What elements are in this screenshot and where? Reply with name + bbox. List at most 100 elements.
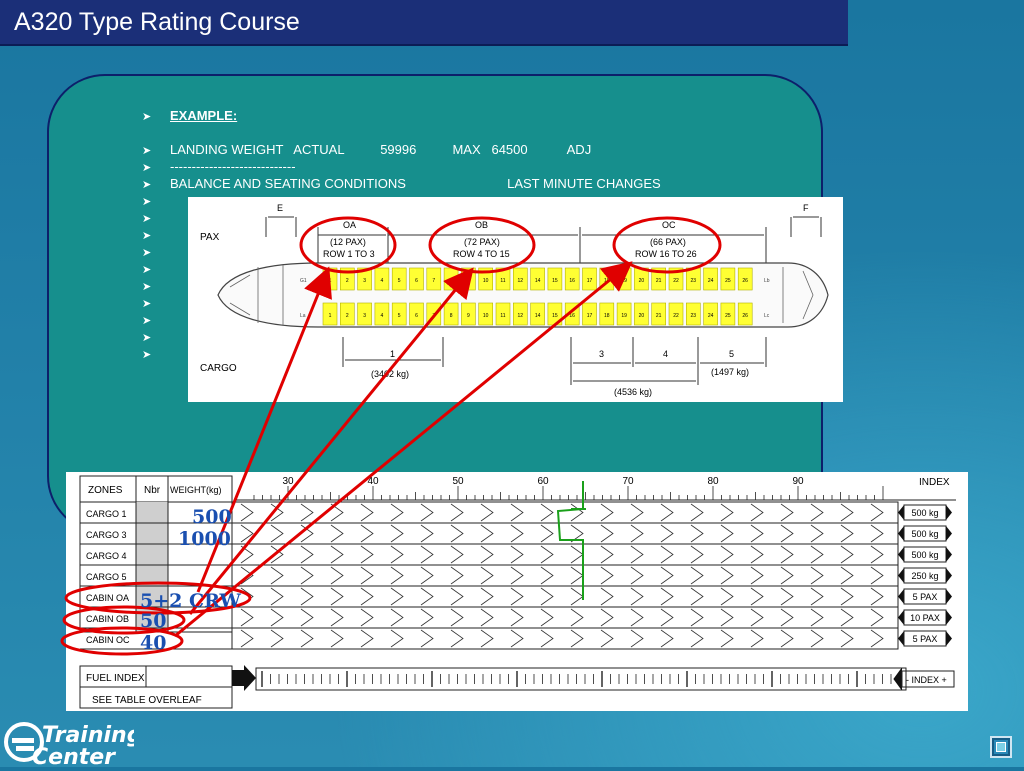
seat-row-number: 5 <box>398 278 401 284</box>
seat-row-number: 9 <box>467 278 470 284</box>
index-band <box>231 564 899 587</box>
zones-header: ZONES <box>88 485 123 496</box>
seat-row-number: 14 <box>535 313 541 319</box>
index-pm-label: - INDEX + <box>906 675 947 685</box>
zone-e-label: E <box>277 203 283 213</box>
seat-row-number: 24 <box>708 313 714 319</box>
logo-line2: Center <box>32 745 116 766</box>
zone-label: CABIN OB <box>86 614 129 624</box>
scale-tick-label: 60 <box>537 476 549 487</box>
zone-oa-pax: (12 PAX) <box>330 237 366 247</box>
seat-row-bottom: 1 2 3 4 5 6 7 8 9 10 11 12 14 15 16 17 18 19 20 21 22 23 24 25 2… <box>322 302 753 326</box>
seat-row-number: 19 <box>621 278 627 284</box>
loadsheet-panel: ZONES Nbr WEIGHT(kg) INDEX CARGO 1 500 kg… <box>66 472 968 711</box>
seat-row-number: 10 <box>483 313 489 319</box>
hold-4-label: 4 <box>663 349 668 359</box>
bullet-arrow-icon: ➤ <box>142 349 152 361</box>
bullet-item: ➤ <box>142 261 170 276</box>
seat-row-number: 26 <box>742 313 748 319</box>
bullet-arrow-icon: ➤ <box>142 230 152 242</box>
bullet-arrow-icon: ➤ <box>142 145 152 157</box>
scale-tick-label: 50 <box>452 476 464 487</box>
seat-row-number: 24 <box>708 278 714 284</box>
seat-row-number: 3 <box>363 313 366 319</box>
seat-row-number: 4 <box>381 313 384 319</box>
zone-oc-rows: ROW 16 TO 26 <box>635 249 697 259</box>
seat-row-number: 8 <box>450 313 453 319</box>
seat-row-number: 1 <box>329 313 332 319</box>
scale-tick-label: 90 <box>792 476 804 487</box>
seat-row-number: 1 <box>329 278 332 284</box>
seat-row-number: 11 <box>500 313 505 319</box>
seat-row-number: 16 <box>569 278 575 284</box>
bullet-arrow-icon: ➤ <box>142 196 152 208</box>
index-band <box>231 627 899 650</box>
bullet-arrow-icon: ➤ <box>142 332 152 344</box>
cargo-row-label: CARGO <box>200 363 237 374</box>
seat-row-number: 5 <box>398 313 401 319</box>
seat-row-number: 7 <box>432 278 435 284</box>
bullet-arrow-icon: ➤ <box>142 247 152 259</box>
zone-label: CARGO 4 <box>86 551 127 561</box>
seat-row-number: 22 <box>673 278 679 284</box>
zone-f-label: F <box>803 203 809 213</box>
bullet-arrow-icon: ➤ <box>142 264 152 276</box>
seat-row-number: 23 <box>691 313 697 319</box>
bullet-item: ➤ <box>142 244 170 259</box>
zone-oa-name: OA <box>343 220 356 230</box>
step-label: 5 PAX <box>913 634 938 644</box>
zone-label: CARGO 3 <box>86 530 127 540</box>
seat-row-number: 20 <box>639 313 645 319</box>
seat-row-number: 12 <box>518 278 524 284</box>
seat-row-number: 16 <box>569 313 575 319</box>
seat-row-number: 17 <box>587 278 593 284</box>
step-label: 500 kg <box>911 529 938 539</box>
hold-3-label: 3 <box>599 349 604 359</box>
door-lc-label: Lc <box>764 313 770 319</box>
door-lb-label: Lb <box>764 278 770 284</box>
bullet-item: ➤ <box>142 346 170 361</box>
scale-tick-label: 70 <box>622 476 634 487</box>
weight-header: WEIGHT(kg) <box>170 485 222 495</box>
zone-oa-rows: ROW 1 TO 3 <box>323 249 375 259</box>
seat-row-number: 9 <box>467 313 470 319</box>
seat-row-number: 2 <box>346 278 349 284</box>
seat-row-number: 20 <box>639 278 645 284</box>
step-label: 5 PAX <box>913 592 938 602</box>
seat-row-number: 4 <box>381 278 384 284</box>
bullet-item: ➤ <box>142 278 170 293</box>
bullet-item: ➤ ----------------------------- <box>142 159 296 174</box>
fuel-index-scale <box>261 671 892 687</box>
seat-row-number: 12 <box>518 313 524 319</box>
hold-34-weight: (4536 kg) <box>614 387 652 397</box>
hold-1-weight: (3402 kg) <box>371 369 409 379</box>
seat-row-number: 6 <box>415 278 418 284</box>
seat-row-number: 10 <box>483 278 489 284</box>
hold-5-weight: (1497 kg) <box>711 367 749 377</box>
bullet-arrow-icon: ➤ <box>142 213 152 225</box>
seat-row-number: 18 <box>604 278 610 284</box>
seat-row-number: 25 <box>725 313 731 319</box>
scale-tick-label: 30 <box>282 476 294 487</box>
loadsheet-diagram: ZONES Nbr WEIGHT(kg) INDEX CARGO 1 500 kg… <box>79 475 956 709</box>
next-slide-button[interactable] <box>990 736 1012 758</box>
square-icon <box>996 742 1006 752</box>
seat-row-number: 6 <box>415 313 418 319</box>
seat-row-number: 21 <box>656 278 662 284</box>
seat-row-number: 19 <box>621 313 627 319</box>
loadsheet-rows: CARGO 1 500 kg CARGO 3 500 kg CARGO 4 500 kg C… <box>80 501 952 650</box>
seat-row-number: 18 <box>604 313 610 319</box>
bullet-item: ➤ LANDING WEIGHT ACTUAL 59996 MAX 64500 A… <box>142 142 592 157</box>
hold-5-label: 5 <box>729 349 734 359</box>
bullet-arrow-icon: ➤ <box>142 162 152 174</box>
index-band <box>231 606 899 629</box>
seat-row-number: 2 <box>346 313 349 319</box>
zone-ob-rows: ROW 4 TO 15 <box>453 249 510 259</box>
bullet-arrow-icon: ➤ <box>142 298 152 310</box>
bullet-item: ➤ <box>142 227 170 242</box>
hold-1-label: 1 <box>390 349 395 359</box>
index-header: INDEX <box>919 477 950 488</box>
step-label: 10 PAX <box>910 613 940 623</box>
scale-tick-label: 80 <box>707 476 719 487</box>
step-label: 500 kg <box>911 550 938 560</box>
